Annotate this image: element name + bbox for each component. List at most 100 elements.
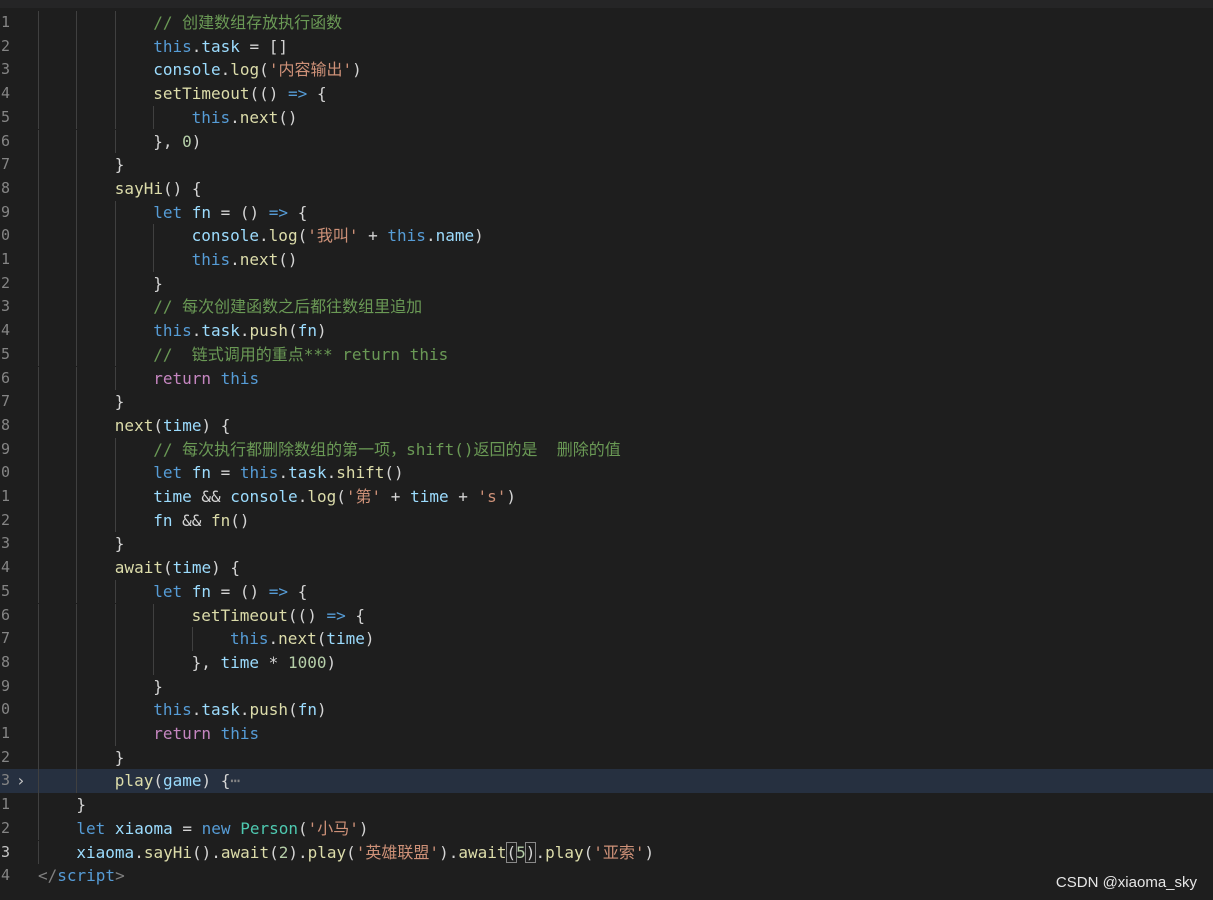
line-number: 2	[0, 818, 10, 837]
indent-guide	[38, 722, 39, 746]
line-number: 2	[0, 747, 10, 766]
code-text: play(game) {⋯	[114, 771, 241, 791]
indent-guide	[114, 58, 116, 83]
indent-guide	[114, 579, 116, 604]
line-number: 1	[0, 13, 10, 31]
code-text: return this	[153, 368, 260, 388]
indent-guide	[153, 627, 155, 651]
indent-guide	[38, 698, 39, 722]
line-number: 8	[0, 652, 10, 671]
indent-guide	[38, 200, 39, 225]
indent-guide	[114, 508, 116, 533]
code-line[interactable]: 4 this.task.push(fn)	[0, 319, 1213, 343]
code-line[interactable]: 5 // 链式调用的重点*** return this	[0, 342, 1213, 367]
fold-chevron-icon[interactable]: ›	[16, 769, 26, 793]
code-line[interactable]: 1 return this	[0, 722, 1213, 746]
code-text: let fn = () => {	[153, 581, 308, 601]
indent-guide	[76, 200, 78, 225]
code-line[interactable]: 1 time && console.log('第' + time + 's')	[0, 485, 1213, 509]
indent-guide	[38, 413, 39, 438]
indent-guide	[38, 105, 39, 130]
code-line[interactable]: 4 </script>	[0, 864, 1213, 888]
indent-guide	[38, 129, 39, 154]
code-text: this.task = []	[153, 36, 289, 56]
code-text: let fn = () => {	[153, 202, 308, 222]
code-line[interactable]: 5 let fn = () => {	[0, 579, 1213, 604]
code-line[interactable]: 0 console.log('我叫' + this.name)	[0, 224, 1213, 248]
indent-guide	[191, 627, 193, 651]
code-line[interactable]: 7}	[0, 390, 1213, 414]
code-line[interactable]: 2}	[0, 271, 1213, 296]
code-line[interactable]: 6}, 0)	[0, 129, 1213, 154]
code-line[interactable]: 1}	[0, 793, 1213, 817]
indent-guide	[114, 650, 116, 675]
code-line[interactable]: 0 let fn = this.task.shift()	[0, 461, 1213, 485]
code-line[interactable]: 9 // 每次执行都删除数组的第一项，shift()返回的是 删除的值	[0, 437, 1213, 462]
code-line[interactable]: 5 this.next()	[0, 105, 1213, 130]
indent-guide	[114, 437, 116, 462]
code-line[interactable]: 6 return this	[0, 366, 1213, 391]
code-text: let fn = this.task.shift()	[153, 463, 404, 483]
line-number: 4	[0, 866, 10, 885]
code-text: time && console.log('第' + time + 's')	[153, 487, 517, 506]
indent-guide	[38, 11, 39, 35]
indent-guide	[76, 390, 78, 414]
line-number: 3	[0, 60, 10, 79]
code-line[interactable]: 9}	[0, 674, 1213, 699]
code-line[interactable]: 2 fn && fn()	[0, 508, 1213, 533]
code-line[interactable]: 7}	[0, 153, 1213, 177]
line-number: 4	[0, 558, 10, 577]
line-number: 3	[0, 534, 10, 553]
code-text: setTimeout(() => {	[153, 84, 327, 104]
indent-guide	[114, 105, 116, 130]
code-text: }	[114, 155, 125, 175]
code-editor[interactable]: 1 // 创建数组存放执行函数 2 this.task = [] 3 console.lo…	[0, 0, 1213, 900]
indent-guide	[38, 461, 39, 485]
code-line[interactable]: 9 let fn = () => {	[0, 200, 1213, 225]
indent-guide	[153, 105, 155, 130]
line-number: 2	[0, 510, 10, 529]
code-line[interactable]: 8}, time * 1000)	[0, 650, 1213, 675]
indent-guide	[114, 366, 116, 391]
indent-guide	[114, 485, 116, 509]
code-line[interactable]: 1 this.next()	[0, 248, 1213, 272]
code-line[interactable]: 8 next(time) {	[0, 413, 1213, 438]
line-number: 5	[0, 581, 10, 600]
code-line[interactable]: 3 xiaoma.sayHi().await(2).play('英雄联盟').aw…	[0, 840, 1213, 865]
code-line[interactable]: 2}	[0, 745, 1213, 770]
indent-guide	[114, 200, 116, 225]
code-line[interactable]: 2 this.task = []	[0, 34, 1213, 59]
line-number: 9	[0, 202, 10, 221]
indent-guide	[114, 722, 116, 746]
code-line[interactable]: 8 sayHi() {	[0, 176, 1213, 201]
indent-guide	[76, 461, 78, 485]
code-line[interactable]: 7 this.next(time)	[0, 627, 1213, 651]
code-line[interactable]: 4 setTimeout(() => {	[0, 82, 1213, 106]
indent-guide	[76, 556, 78, 580]
line-number: 9	[0, 439, 10, 458]
code-text: return this	[153, 724, 260, 743]
code-text: </script>	[38, 866, 125, 886]
indent-guide	[76, 650, 78, 675]
code-line[interactable]: 4 await(time) {	[0, 556, 1213, 580]
code-line[interactable]: 3 › play(game) {⋯	[0, 769, 1213, 794]
indent-guide	[76, 82, 78, 106]
code-line[interactable]: 3}	[0, 532, 1213, 557]
code-text: let xiaoma = new Person('小马')	[76, 818, 369, 838]
code-line[interactable]: 0 this.task.push(fn)	[0, 698, 1213, 722]
code-line[interactable]: 1 // 创建数组存放执行函数	[0, 11, 1213, 35]
code-line[interactable]: 6 setTimeout(() => {	[0, 603, 1213, 628]
code-text: // 每次执行都删除数组的第一项，shift()返回的是 删除的值	[153, 439, 621, 459]
indent-guide	[38, 556, 39, 580]
code-text: this.next()	[191, 107, 298, 127]
code-text: this.next(time)	[230, 629, 375, 649]
indent-guide	[38, 650, 39, 675]
code-text: }	[76, 795, 87, 815]
code-line[interactable]: 3 // 每次创建函数之后都往数组里追加	[0, 295, 1213, 320]
code-line[interactable]: 2 let xiaoma = new Person('小马')	[0, 816, 1213, 841]
code-line[interactable]: 3 console.log('内容输出')	[0, 58, 1213, 83]
indent-guide	[114, 674, 116, 699]
indent-guide	[76, 722, 78, 746]
code-text: // 每次创建函数之后都往数组里追加	[153, 297, 423, 317]
indent-guide	[114, 295, 116, 320]
